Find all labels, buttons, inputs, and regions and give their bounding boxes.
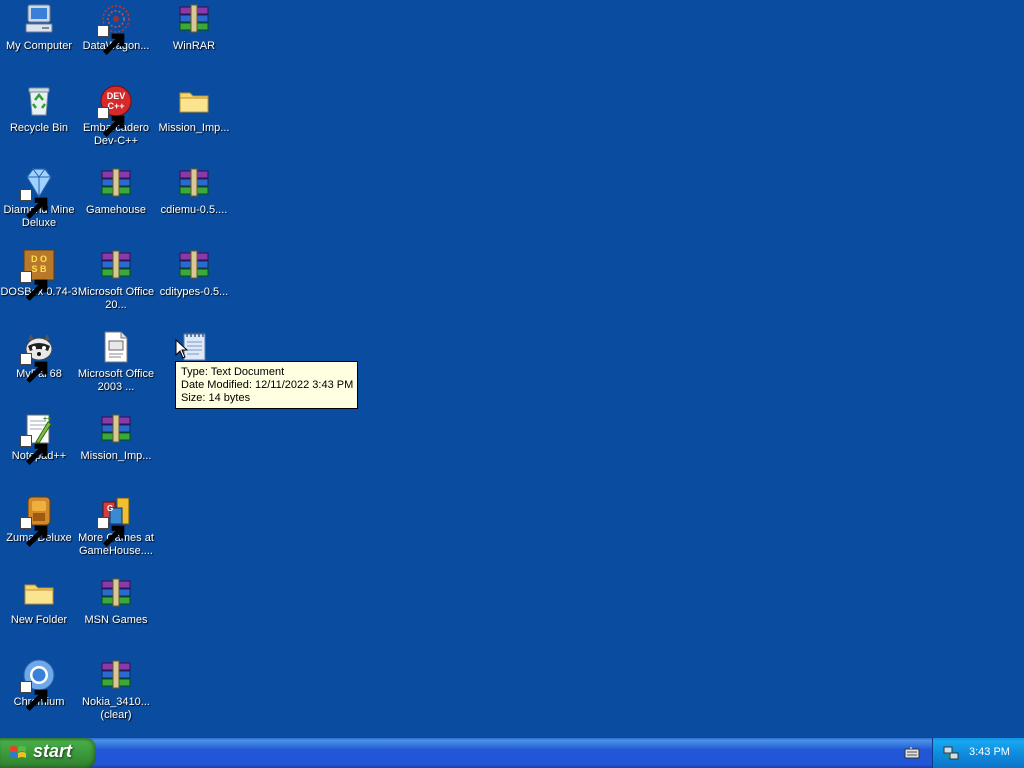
desktop-icon-more-games[interactable]: G More Games at GameHouse....: [77, 494, 155, 558]
winrar-archive-icon: [177, 248, 211, 282]
dosbox-icon: D OS B: [20, 248, 56, 302]
desktop-icon-datawagon[interactable]: DataWagon...: [77, 2, 155, 56]
svg-text:++: ++: [43, 416, 51, 423]
winrar-archive-icon: [99, 658, 133, 692]
recycle-bin-icon: [22, 84, 56, 118]
keyboard-language-icon[interactable]: [904, 746, 920, 760]
network-icon[interactable]: [943, 745, 959, 761]
desktop-icon-label: cditypes-0.5...: [159, 286, 229, 298]
desktop-icon-label: Recycle Bin: [9, 122, 69, 134]
desktop-icon-zuma[interactable]: Zuma Deluxe: [0, 494, 78, 548]
shortcut-arrow-icon: [20, 681, 48, 712]
desktop-icon-cditypes[interactable]: cditypes-0.5...: [155, 248, 233, 299]
winrar-archive-icon: [99, 412, 133, 446]
shortcut-arrow-icon: [97, 107, 125, 138]
shortcut-arrow-icon: [97, 517, 125, 548]
svg-text:DEV: DEV: [107, 91, 126, 101]
desktop[interactable]: My Computer Recycle Bin Diamond Mine Del…: [0, 0, 1024, 738]
desktop-icon-label: Mission_Imp...: [158, 122, 230, 134]
winrar-archive-icon: [99, 576, 133, 610]
desktop-icon-office-archive[interactable]: Microsoft Office 20...: [77, 248, 155, 312]
desktop-icon-label: Mission_Imp...: [80, 450, 152, 462]
desktop-icon-mission-imp-archive[interactable]: Mission_Imp...: [77, 412, 155, 463]
desktop-icon-label: Gamehouse: [86, 204, 146, 216]
start-label: start: [33, 741, 73, 761]
winrar-archive-icon: [99, 248, 133, 282]
desktop-icon-mypal[interactable]: MyPal 68: [0, 330, 78, 384]
diamond-icon: [20, 166, 56, 220]
start-button[interactable]: start: [0, 738, 96, 768]
desktop-icon-label: Microsoft Office 2003 ...: [77, 368, 155, 393]
desktop-icon-recycle-bin[interactable]: Recycle Bin: [0, 84, 78, 135]
desktop-icon-winrar[interactable]: WinRAR: [155, 2, 233, 53]
taskbar: start 3:43 PM: [0, 738, 1024, 768]
system-tray: 3:43 PM: [932, 738, 1024, 768]
folder-icon: [22, 576, 56, 610]
desktop-icon-new-folder[interactable]: New Folder: [0, 576, 78, 627]
desktop-icon-notepadpp[interactable]: ++ Notepad++: [0, 412, 78, 466]
desktop-icon-mission-imp-folder[interactable]: Mission_Imp...: [155, 84, 233, 135]
shortcut-arrow-icon: [97, 25, 125, 56]
clock[interactable]: 3:43 PM: [969, 746, 1010, 758]
desktop-icon-label: Nokia_3410... (clear): [82, 696, 150, 721]
desktop-icon-office-2003-doc[interactable]: Microsoft Office 2003 ...: [77, 330, 155, 394]
svg-text:D O: D O: [31, 254, 47, 264]
windows-logo-icon: [10, 746, 26, 758]
notepadpp-icon: ++: [20, 412, 56, 466]
desktop-icon-gamehouse-archive[interactable]: Gamehouse: [77, 166, 155, 217]
svg-text:G: G: [107, 504, 113, 513]
desktop-icon-cdiemu[interactable]: cdiemu-0.5....: [155, 166, 233, 217]
desktop-icon-label: WinRAR: [172, 40, 216, 52]
desktop-icon-label: New Folder: [10, 614, 68, 626]
devcpp-icon: DEV C++: [97, 84, 133, 138]
winrar-archive-icon: [99, 166, 133, 200]
shortcut-arrow-icon: [20, 189, 48, 220]
datawagon-icon: [97, 2, 133, 56]
tooltip-date-modified: Date Modified: 12/11/2022 3:43 PM: [181, 379, 354, 391]
shortcut-arrow-icon: [20, 353, 48, 384]
shortcut-arrow-icon: [20, 517, 48, 548]
shortcut-arrow-icon: [20, 435, 48, 466]
mouse-pointer-icon: [175, 339, 189, 359]
desktop-icon-label: Microsoft Office 20...: [77, 286, 155, 311]
winrar-archive-icon: [177, 2, 211, 36]
desktop-icon-label: MSN Games: [84, 614, 148, 626]
desktop-icon-devcpp[interactable]: DEV C++ Embarcadero Dev-C++: [77, 84, 155, 148]
file-info-tooltip: Type: Text Document Date Modified: 12/11…: [175, 361, 358, 409]
mypal-raccoon-icon: [20, 330, 56, 384]
folder-icon: [177, 84, 211, 118]
desktop-icon-label: cdiemu-0.5....: [160, 204, 228, 216]
desktop-icon-label: My Computer: [5, 40, 73, 52]
gamehouse-icon: G: [97, 494, 133, 548]
chromium-icon: [20, 658, 56, 712]
tooltip-size: Size: 14 bytes: [181, 392, 251, 404]
zuma-icon: [20, 494, 56, 548]
desktop-icon-nokia-archive[interactable]: Nokia_3410... (clear): [77, 658, 155, 722]
desktop-icon-dosbox[interactable]: D OS B DOSBox 0.74-3: [0, 248, 78, 302]
my-computer-icon: [22, 2, 56, 36]
text-document-icon: [99, 330, 133, 364]
winrar-archive-icon: [177, 166, 211, 200]
shortcut-arrow-icon: [20, 271, 48, 302]
tooltip-type: Type: Text Document: [181, 366, 285, 378]
desktop-icon-my-computer[interactable]: My Computer: [0, 2, 78, 53]
desktop-icon-chromium[interactable]: Chromium: [0, 658, 78, 712]
desktop-icon-diamond-mine[interactable]: Diamond Mine Deluxe: [0, 166, 78, 230]
desktop-icon-msn-games[interactable]: MSN Games: [77, 576, 155, 627]
